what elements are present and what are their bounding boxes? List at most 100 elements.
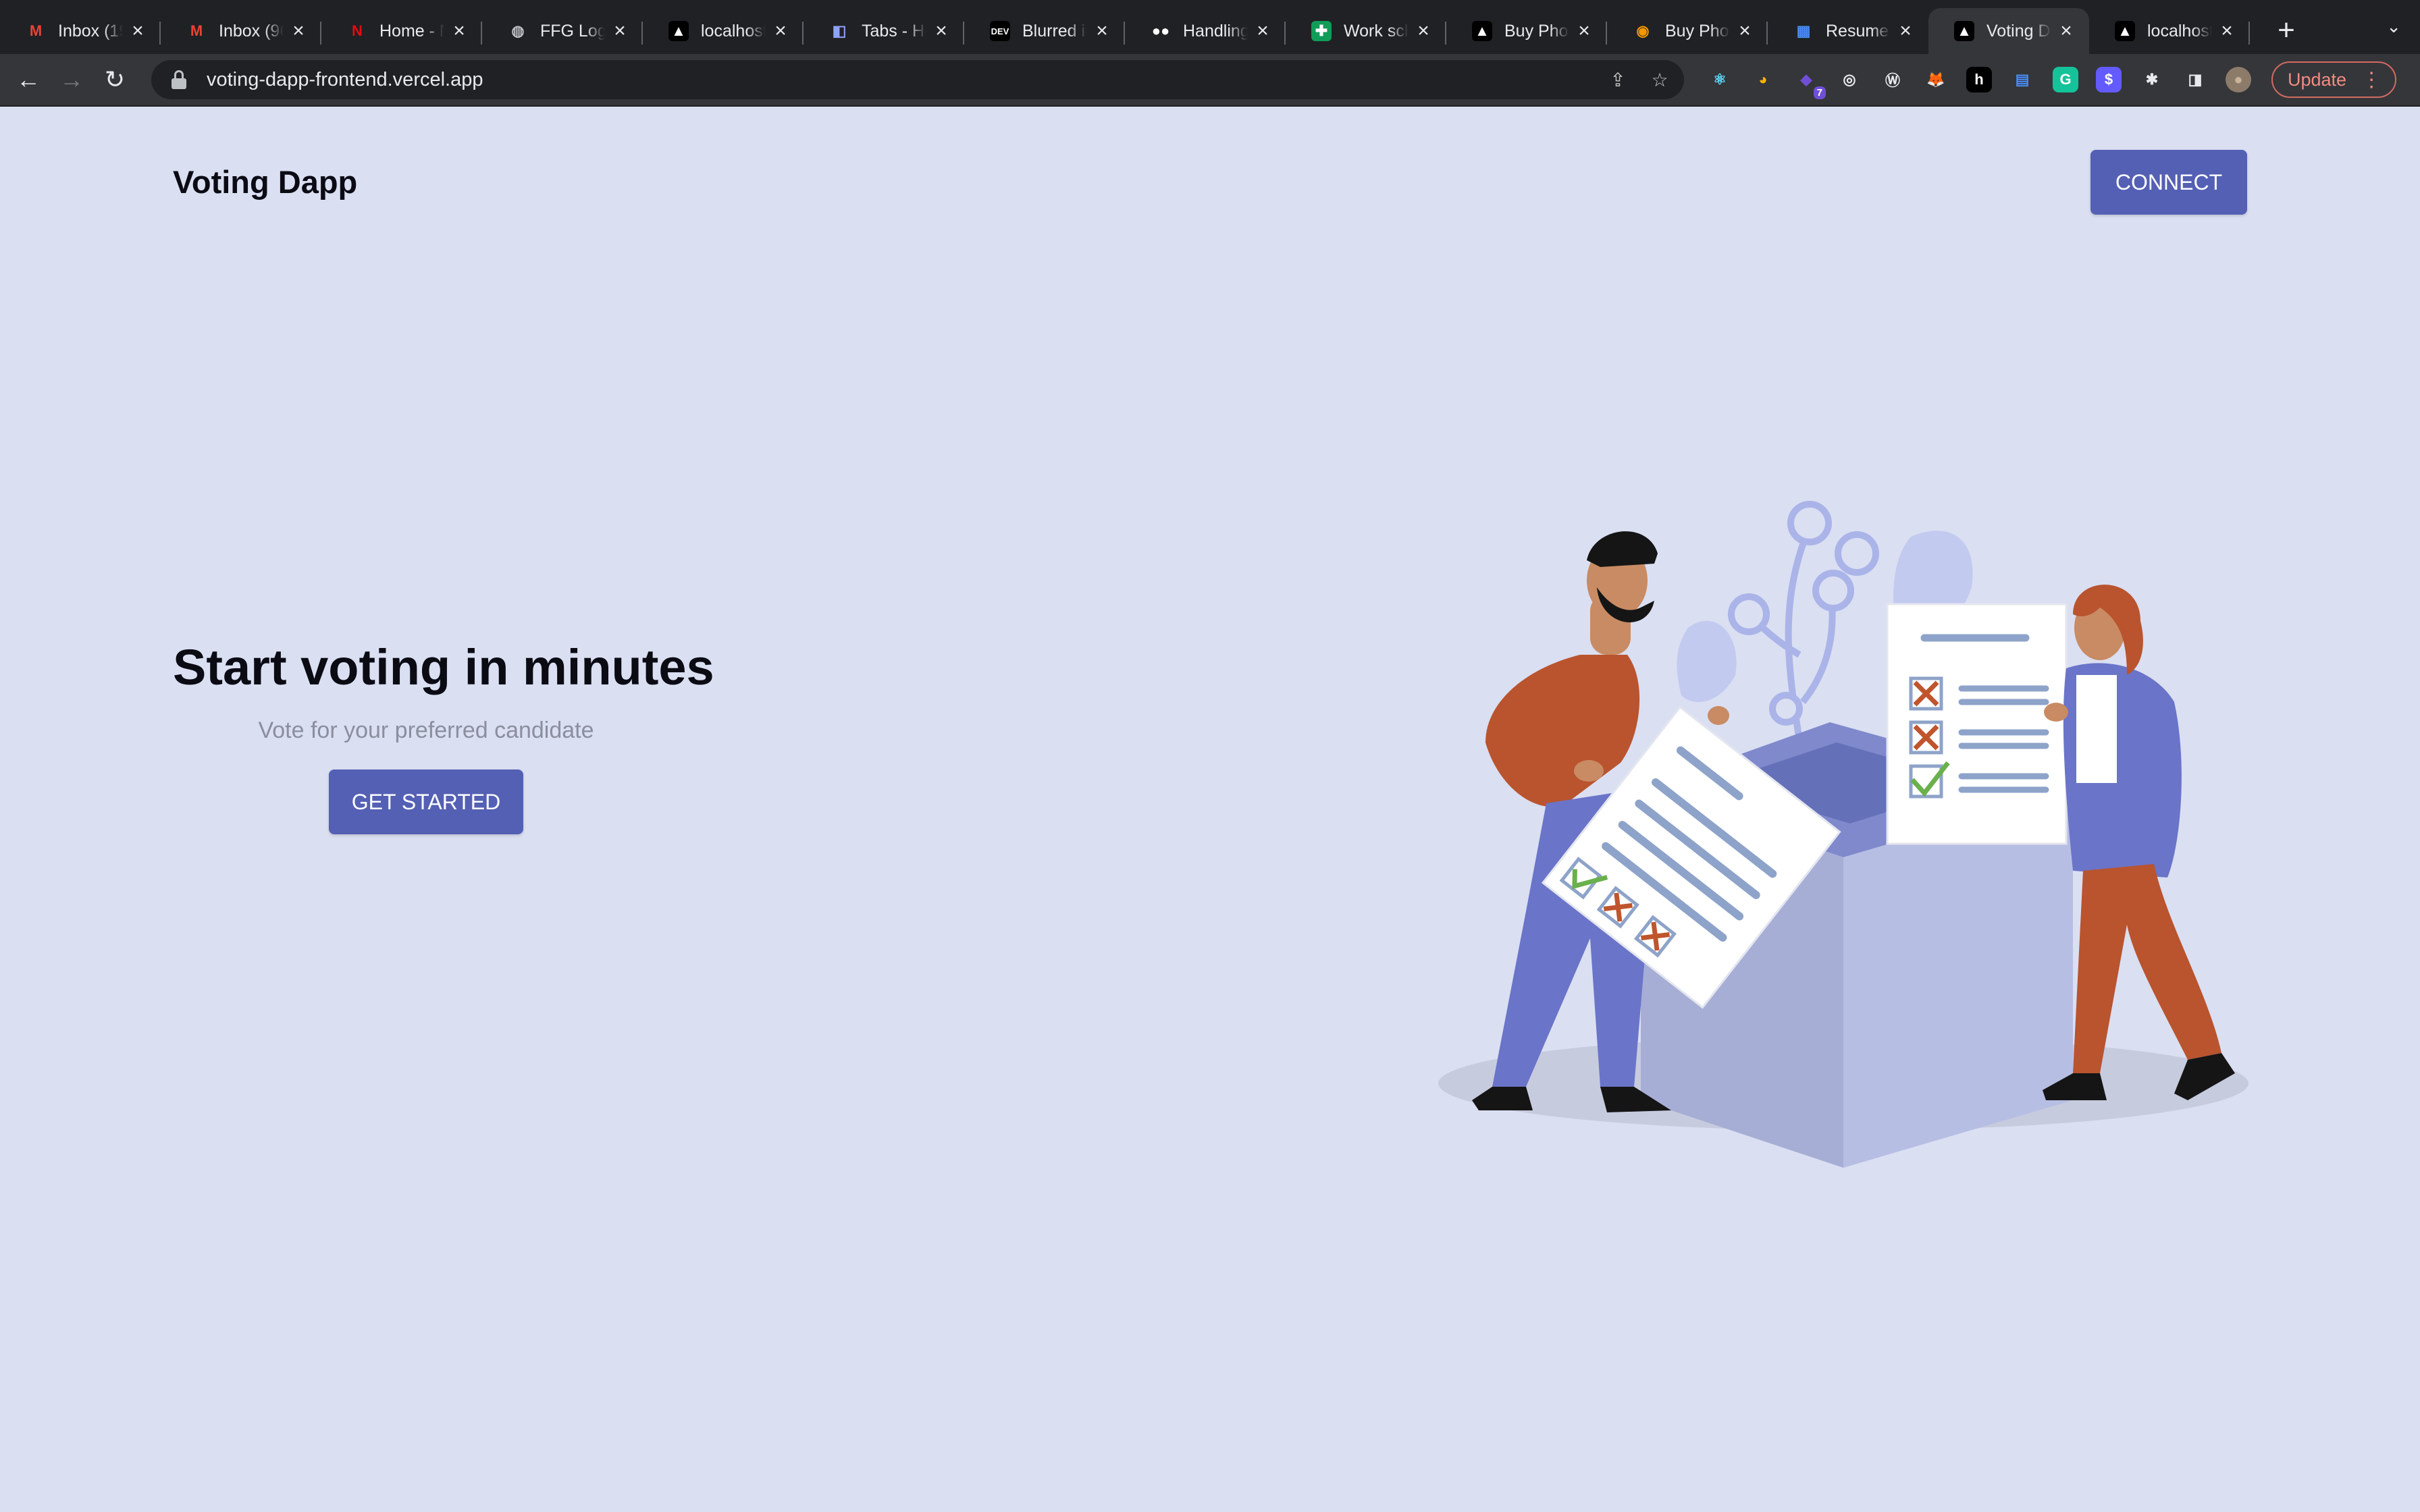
tab-title: Resume Builder	[1826, 21, 1891, 40]
vercel-icon: ▲	[668, 21, 689, 41]
close-icon[interactable]: ×	[2217, 20, 2236, 43]
hand-shape	[1708, 706, 1729, 725]
browser-tab[interactable]: ▲ localhost ×	[2089, 8, 2250, 54]
extension-glyph: ▤	[2015, 71, 2030, 88]
sheets-icon: ✚	[1311, 21, 1332, 41]
tab-title: Voting Dapp	[1987, 21, 2051, 40]
connect-wallet-button[interactable]: CONNECT	[2090, 150, 2247, 215]
hero-section: Start voting in minutes Vote for your pr…	[173, 639, 714, 834]
close-icon[interactable]: ×	[771, 20, 790, 43]
extension-glyph: 🦊	[1926, 71, 1945, 88]
close-icon[interactable]: ×	[1414, 20, 1433, 43]
tab-title: Buy Phone	[1504, 21, 1569, 40]
get-started-button[interactable]: GET STARTED	[329, 770, 523, 834]
update-button[interactable]: Update ⋮	[2271, 61, 2397, 98]
close-icon[interactable]: ×	[1253, 20, 1272, 43]
plant-illustration	[1728, 501, 1879, 763]
browser-tab[interactable]: DEV Blurred images ×	[964, 8, 1125, 54]
hand-shape	[1574, 760, 1604, 782]
colorpick-icon[interactable]: ◕	[1750, 67, 1776, 92]
browser-tab[interactable]: ◉ Buy Phone ×	[1607, 8, 1768, 54]
browser-tab[interactable]: ◍ FFG Login ×	[482, 8, 643, 54]
brand-logo-text[interactable]: Voting Dapp	[173, 163, 357, 200]
hero-subtitle: Vote for your preferred candidate	[258, 718, 594, 743]
close-icon[interactable]: ×	[1735, 20, 1754, 43]
metamask-icon[interactable]: 🦊	[1923, 67, 1949, 92]
browser-tab[interactable]: ▲ Buy Phone ×	[1446, 8, 1607, 54]
gmail-icon: M	[29, 22, 43, 39]
close-icon[interactable]: ×	[2057, 20, 2076, 43]
close-icon[interactable]: ×	[610, 20, 629, 43]
voting-illustration	[1438, 501, 2248, 1168]
wappalyzer-icon[interactable]: Ⓦ	[1880, 67, 1905, 92]
browser-tab[interactable]: ▲ localhost ×	[643, 8, 804, 54]
address-bar-actions: ⇪ ☆	[1606, 60, 1672, 99]
more-vertical-icon: ⋮	[2361, 68, 2382, 91]
puzzle-icon[interactable]: ✱	[2139, 67, 2165, 92]
tab-title: Inbox (192)	[58, 21, 123, 40]
reload-button[interactable]: ↻	[93, 58, 136, 101]
browser-tab[interactable]: ✚ Work schedule ×	[1286, 8, 1446, 54]
arrow-left-icon: ←	[16, 65, 41, 93]
close-icon[interactable]: ×	[1896, 20, 1915, 43]
docs-icon[interactable]: ▤	[2009, 67, 2035, 92]
leaf-shape	[1677, 620, 1737, 702]
extension-glyph: G	[2059, 71, 2072, 88]
back-button[interactable]: ←	[7, 58, 50, 101]
close-icon[interactable]: ×	[1093, 20, 1111, 43]
arrow-right-icon: →	[59, 65, 84, 93]
tab-title: Work schedule	[1344, 21, 1409, 40]
netflix-icon: N	[352, 22, 363, 39]
close-icon[interactable]: ×	[1575, 20, 1594, 43]
extension-badge-icon[interactable]: ◆ 7	[1793, 67, 1826, 99]
tab-title: localhost	[2147, 21, 2212, 40]
h-extension-icon[interactable]: h	[1966, 67, 1992, 92]
profile-avatar-icon[interactable]: ●	[2226, 67, 2251, 92]
tab-title: Tabs - Headless UI	[862, 21, 926, 40]
browser-tab[interactable]: N Home - Netflix ×	[321, 8, 482, 54]
vercel-icon: ▲	[1954, 21, 1974, 41]
tab-search-chevron-icon[interactable]: ⌄	[2386, 16, 2401, 37]
sidepanel-icon[interactable]: ◨	[2182, 67, 2208, 92]
page-content: Voting Dapp CONNECT Start voting in minu…	[0, 108, 2420, 1512]
tab-title: localhost	[701, 21, 766, 40]
resume-icon: ▦	[1796, 22, 1811, 39]
browser-tab[interactable]: ◧ Tabs - Headless UI ×	[804, 8, 964, 54]
extension-glyph: ◆	[1800, 71, 1812, 88]
close-icon[interactable]: ×	[128, 20, 147, 43]
hero-title: Start voting in minutes	[173, 639, 714, 695]
vercel-icon: ▲	[1472, 21, 1492, 41]
target-icon[interactable]: ◎	[1837, 67, 1862, 92]
extension-glyph: ◨	[2188, 71, 2203, 88]
new-tab-button[interactable]: +	[2266, 10, 2307, 51]
headlessui-icon: ◧	[832, 22, 847, 39]
reload-icon: ↻	[104, 65, 126, 93]
tab-title: Home - Netflix	[379, 21, 444, 40]
extensions-toolbar: ⚛ ◕ ◆ 7 ◎ Ⓦ 🦊 h ▤ G $ ✱ ◨ ●	[1707, 67, 2251, 99]
extension-glyph: ◕	[1758, 71, 1768, 88]
browser-tab[interactable]: ▲ Voting Dapp ×	[1928, 8, 2089, 54]
close-icon[interactable]: ×	[289, 20, 308, 43]
tab-title: Inbox (96)	[219, 21, 284, 40]
vercel-icon: ▲	[2115, 21, 2135, 41]
extension-glyph: ⚛	[1713, 71, 1727, 88]
address-bar[interactable]: voting-dapp-frontend.vercel.app ⇪ ☆	[151, 60, 1684, 99]
dev-icon: DEV	[990, 21, 1010, 41]
lock-icon[interactable]	[172, 70, 188, 89]
close-icon[interactable]: ×	[450, 20, 469, 43]
browser-tab[interactable]: M Inbox (192) ×	[0, 8, 161, 54]
extension-glyph: Ⓦ	[1885, 72, 1900, 89]
url-text[interactable]: voting-dapp-frontend.vercel.app	[207, 69, 483, 91]
browser-tab[interactable]: ▦ Resume Builder ×	[1768, 8, 1928, 54]
stripe-icon[interactable]: $	[2096, 67, 2122, 92]
react-devtools-icon[interactable]: ⚛	[1707, 67, 1733, 92]
browser-tab[interactable]: ●● Handling ×	[1125, 8, 1286, 54]
extension-glyph: $	[2104, 71, 2113, 88]
browser-tab[interactable]: M Inbox (96) ×	[161, 8, 321, 54]
extension-glyph: ●	[2234, 71, 2243, 88]
share-icon[interactable]: ⇪	[1606, 68, 1630, 92]
forward-button[interactable]: →	[50, 58, 93, 101]
grammarly-icon[interactable]: G	[2053, 67, 2078, 92]
close-icon[interactable]: ×	[932, 20, 951, 43]
bookmark-star-icon[interactable]: ☆	[1648, 68, 1672, 92]
